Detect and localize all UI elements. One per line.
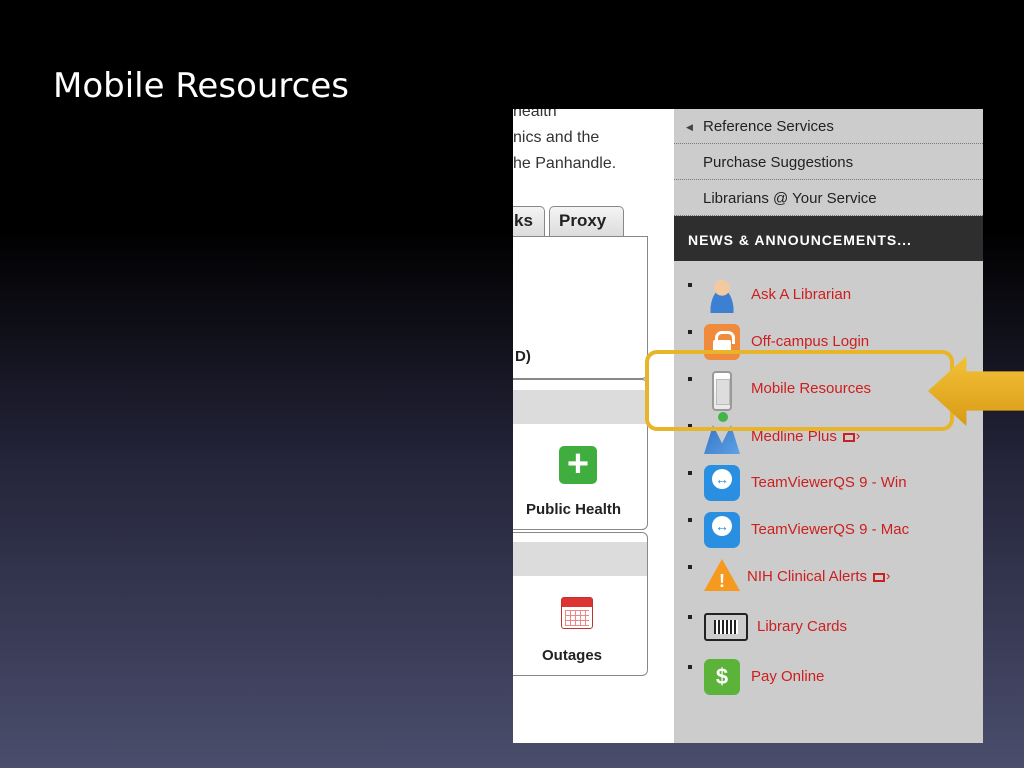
- slide-title: Mobile Resources: [53, 66, 349, 106]
- sidebar-item-label: Reference Services: [703, 118, 834, 135]
- resource-pay-online[interactable]: $ Pay Online: [674, 659, 983, 699]
- news-announcements-header: NEWS & ANNOUNCEMENTS...: [674, 216, 983, 261]
- resource-link[interactable]: TeamViewerQS 9 - Win: [751, 474, 907, 491]
- tab-proxy[interactable]: Proxy: [549, 206, 624, 236]
- intro-text-line: nics and the: [513, 129, 600, 146]
- sidebar-item-librarians[interactable]: Librarians @ Your Service: [674, 181, 983, 216]
- arrow-left-icon: ◀: [686, 122, 693, 132]
- bullet: [688, 471, 692, 475]
- calendar-icon: [561, 597, 593, 629]
- bullet: [688, 518, 692, 522]
- content-box: [513, 236, 648, 379]
- sidebar-item-label: Purchase Suggestions: [703, 154, 854, 171]
- resource-teamviewer-mac[interactable]: TeamViewerQS 9 - Mac: [674, 512, 983, 552]
- bullet: [688, 565, 692, 569]
- resource-link[interactable]: Ask A Librarian: [751, 286, 851, 303]
- teamviewer-icon: [704, 512, 740, 548]
- teamviewer-icon: [704, 465, 740, 501]
- external-link-icon: [842, 428, 860, 443]
- resource-library-cards[interactable]: Library Cards: [674, 609, 983, 649]
- box-header-bar: [513, 542, 647, 576]
- external-link-icon: [873, 568, 890, 583]
- outages-label: Outages: [542, 647, 603, 664]
- box-header-bar: [513, 390, 647, 424]
- public-health-label: Public Health: [526, 501, 622, 518]
- bullet: [688, 283, 692, 287]
- sidebar-item-label: Librarians @ Your Service: [703, 190, 877, 207]
- tab-links[interactable]: ks: [513, 206, 545, 236]
- person-icon: [704, 277, 740, 313]
- resource-link[interactable]: Pay Online: [751, 668, 824, 685]
- sidebar-item-reference-services[interactable]: ◀ Reference Services: [674, 109, 983, 144]
- resource-link[interactable]: NIH Clinical Alerts: [747, 568, 890, 585]
- sidebar-item-purchase-suggestions[interactable]: Purchase Suggestions: [674, 145, 983, 180]
- resource-nih-clinical-alerts[interactable]: ! NIH Clinical Alerts: [674, 559, 983, 599]
- intro-text-line: he Panhandle.: [513, 155, 617, 172]
- bullet: [688, 330, 692, 334]
- exclamation-icon: !: [719, 571, 725, 591]
- resource-link[interactable]: Off-campus Login: [751, 333, 869, 350]
- resource-link-text: NIH Clinical Alerts: [747, 568, 868, 585]
- resource-teamviewer-win[interactable]: TeamViewerQS 9 - Win: [674, 465, 983, 505]
- plus-icon: +: [559, 445, 597, 484]
- resource-ask-a-librarian[interactable]: Ask A Librarian: [674, 277, 983, 317]
- barcode-card-icon: [704, 613, 748, 641]
- box-label: D): [515, 348, 531, 365]
- intro-text-line: health: [513, 109, 557, 120]
- dollar-icon: $: [704, 659, 740, 695]
- highlight-callout-box: [645, 350, 954, 431]
- bullet: [688, 615, 692, 619]
- resource-link[interactable]: TeamViewerQS 9 - Mac: [751, 521, 909, 538]
- bullet: [688, 665, 692, 669]
- resource-link[interactable]: Library Cards: [757, 618, 847, 635]
